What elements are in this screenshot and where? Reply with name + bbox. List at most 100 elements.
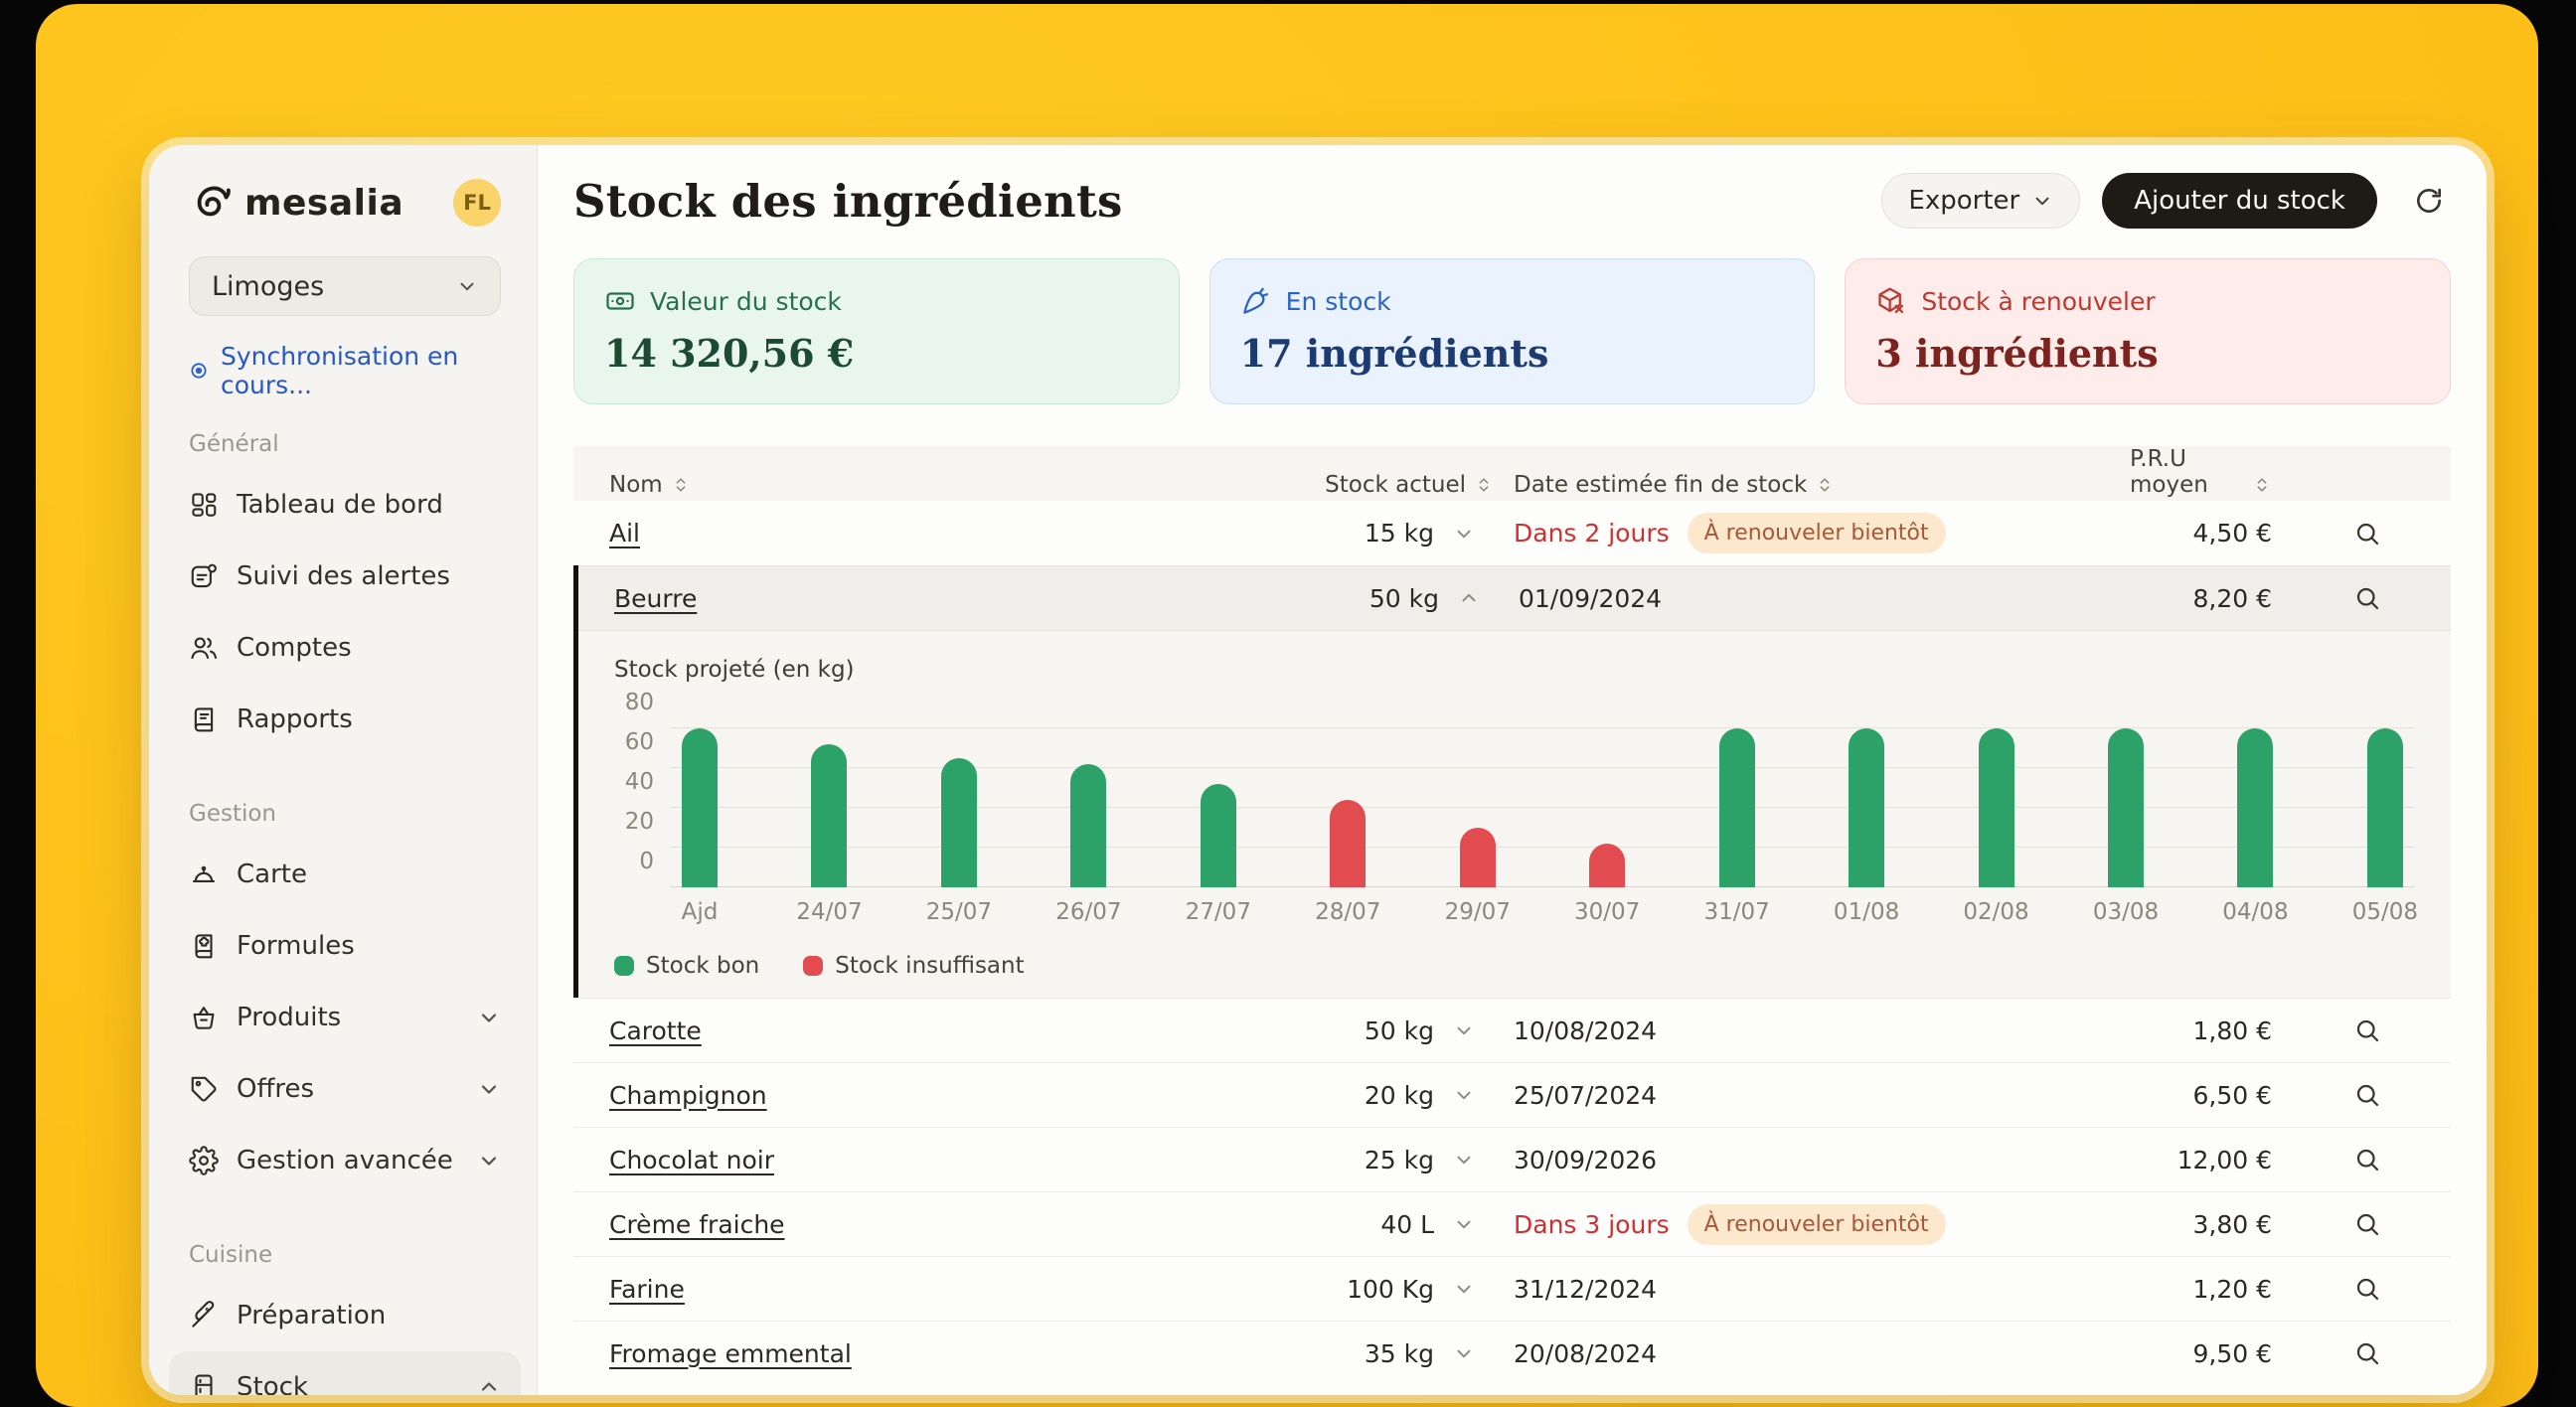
x-axis-label: 27/07	[1201, 899, 1236, 929]
row-search-button[interactable]	[2320, 1274, 2415, 1304]
unit-price: 1,80 €	[2130, 1016, 2320, 1045]
row-search-button[interactable]	[2320, 1016, 2415, 1045]
mesalia-logo-icon	[189, 180, 235, 226]
ingredient-link[interactable]: Chocolat noir	[609, 1146, 774, 1174]
row-search-button[interactable]	[2320, 1080, 2415, 1110]
sidebar-item-label: Carte	[237, 860, 501, 889]
sidebar-item-carte[interactable]: Carte	[169, 839, 521, 910]
ingredient-link[interactable]: Champignon	[609, 1081, 767, 1110]
chart-bar	[1201, 784, 1236, 887]
basket-icon	[189, 1003, 219, 1032]
ingredient-link[interactable]: Ail	[609, 519, 640, 547]
refresh-button[interactable]	[2407, 179, 2451, 223]
chevron-down-icon	[1453, 523, 1475, 545]
row-expand-toggle[interactable]	[1434, 1342, 1494, 1364]
sidebar-item-formules[interactable]: Formules	[169, 910, 521, 982]
sync-status: Synchronisation en cours...	[189, 356, 501, 386]
legend-label: Stock insuffisant	[835, 953, 1024, 979]
user-avatar[interactable]: FL	[453, 179, 501, 227]
column-header-stock-actuel[interactable]: Stock actuel	[1146, 472, 1494, 498]
column-header-nom[interactable]: Nom	[609, 472, 1146, 498]
sidebar-item-gestion-avancee[interactable]: Gestion avancée	[169, 1125, 521, 1196]
unit-price: 8,20 €	[2135, 584, 2320, 613]
legend-item: Stock insuffisant	[803, 953, 1024, 979]
cloche-icon	[189, 860, 219, 889]
row-search-button[interactable]	[2320, 583, 2415, 613]
sidebar-item-label: Tableau de bord	[237, 490, 501, 520]
sidebar-item-produits[interactable]: Produits	[169, 982, 521, 1053]
sidebar-section-label: Général	[189, 429, 501, 459]
row-expand-toggle[interactable]	[1434, 1278, 1494, 1300]
x-axis-label: 01/08	[1849, 899, 1884, 929]
box-x-icon	[1875, 285, 1907, 317]
end-of-stock-date: 25/07/2024	[1514, 1081, 1657, 1110]
fridge-icon	[189, 1372, 219, 1395]
ingredient-link[interactable]: Fromage emmental	[609, 1339, 852, 1368]
end-of-stock-date: 10/08/2024	[1514, 1016, 1657, 1045]
end-of-stock-date-cell: 20/08/2024	[1494, 1339, 2130, 1368]
row-expand-toggle[interactable]	[1439, 587, 1499, 609]
sort-icon	[1474, 475, 1494, 495]
sync-status-label: Synchronisation en cours...	[221, 342, 501, 399]
x-axis-label: 31/07	[1719, 899, 1755, 929]
search-icon	[2352, 1338, 2382, 1368]
chevron-up-icon	[1458, 587, 1480, 609]
add-stock-button-label: Ajouter du stock	[2134, 186, 2345, 216]
ingredient-name-cell: Chocolat noir	[609, 1146, 1146, 1174]
ingredient-link[interactable]: Carotte	[609, 1016, 702, 1045]
export-button[interactable]: Exporter	[1881, 173, 2080, 229]
search-icon	[2352, 1145, 2382, 1174]
sidebar-item-suivi-des-alertes[interactable]: Suivi des alertes	[169, 541, 521, 612]
sidebar-item-label: Produits	[237, 1003, 459, 1032]
row-expand-toggle[interactable]	[1434, 1084, 1494, 1106]
stat-cards: Valeur du stock 14 320,56 € En stock 17 …	[573, 258, 2451, 404]
table-row: Beurre 50 kg 01/09/2024 8,20 €	[578, 565, 2451, 630]
row-search-button[interactable]	[2320, 519, 2415, 548]
location-selector[interactable]: Limoges	[189, 256, 501, 316]
row-expand-toggle[interactable]	[1434, 1213, 1494, 1235]
sidebar-item-label: Gestion avancée	[237, 1146, 459, 1175]
end-of-stock-date-cell: 25/07/2024	[1494, 1081, 2130, 1110]
legend-label: Stock bon	[646, 953, 759, 979]
end-of-stock-date-cell: 31/12/2024	[1494, 1275, 2130, 1304]
row-expand-toggle[interactable]	[1434, 1149, 1494, 1171]
search-icon	[2352, 1080, 2382, 1110]
row-expand-toggle[interactable]	[1434, 523, 1494, 545]
chart-title: Stock projeté (en kg)	[614, 655, 2415, 685]
row-search-button[interactable]	[2320, 1338, 2415, 1368]
ingredient-link[interactable]: Farine	[609, 1275, 685, 1304]
x-axis-label: 04/08	[2237, 899, 2273, 929]
end-of-stock-date-cell: 10/08/2024	[1494, 1016, 2130, 1045]
column-header-date-fin-stock[interactable]: Date estimée fin de stock	[1494, 472, 2130, 498]
sidebar-item-offres[interactable]: Offres	[169, 1053, 521, 1125]
sort-icon	[2252, 475, 2272, 495]
sidebar-item-comptes[interactable]: Comptes	[169, 612, 521, 684]
row-search-button[interactable]	[2320, 1209, 2415, 1239]
ingredient-link[interactable]: Crème fraiche	[609, 1210, 785, 1239]
main-content: Stock des ingrédients Exporter Ajouter d…	[538, 145, 2487, 1395]
ingredient-name-cell: Carotte	[609, 1016, 1146, 1045]
chart-bar	[1070, 764, 1106, 887]
recipe-book-icon	[189, 931, 219, 961]
page-header: Stock des ingrédients Exporter Ajouter d…	[573, 169, 2451, 233]
chart-bar	[811, 744, 847, 887]
sidebar-item-preparation[interactable]: Préparation	[169, 1280, 521, 1351]
sidebar-item-rapports[interactable]: Rapports	[169, 684, 521, 755]
ingredient-link[interactable]: Beurre	[614, 584, 697, 613]
add-stock-button[interactable]: Ajouter du stock	[2102, 173, 2377, 229]
chevron-down-icon	[1453, 1084, 1475, 1106]
table-row: Chocolat noir 25 kg 30/09/2026 12,00 €	[573, 1127, 2451, 1191]
gear-icon	[189, 1146, 219, 1175]
table-header: Nom Stock actuel Date estimée fin de sto…	[573, 446, 2451, 501]
chart-bar	[1330, 800, 1366, 887]
ingredient-name-cell: Farine	[609, 1275, 1146, 1304]
chevron-down-icon	[1453, 1019, 1475, 1041]
sidebar-item-tableau-de-bord[interactable]: Tableau de bord	[169, 469, 521, 541]
row-expand-toggle[interactable]	[1434, 1019, 1494, 1041]
row-search-button[interactable]	[2320, 1145, 2415, 1174]
end-of-stock-date-cell: 01/09/2024	[1499, 584, 2135, 613]
end-of-stock-date: Dans 2 jours	[1514, 519, 1670, 547]
sidebar-item-stock[interactable]: Stock	[169, 1351, 521, 1395]
x-axis-label: 02/08	[1979, 899, 2014, 929]
ingredient-name-cell: Fromage emmental	[609, 1339, 1146, 1368]
